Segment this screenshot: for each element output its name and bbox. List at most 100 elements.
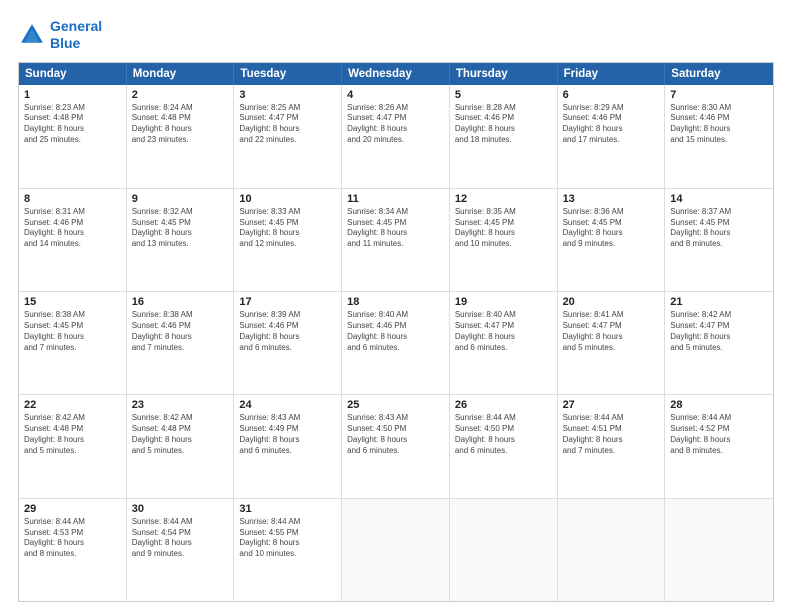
calendar-cell: 24 Sunrise: 8:43 AM Sunset: 4:49 PM Dayli… bbox=[234, 395, 342, 497]
cell-day-number: 14 bbox=[670, 193, 768, 205]
calendar-cell: 22Sunrise: 8:42 AM Sunset: 4:48 PM Dayli… bbox=[19, 395, 127, 497]
calendar-cell: 14 Sunrise: 8:37 AM Sunset: 4:45 PM Dayli… bbox=[665, 189, 773, 291]
cell-day-number: 30 bbox=[132, 503, 229, 515]
cell-day-number: 19 bbox=[455, 296, 552, 308]
calendar-cell: 12 Sunrise: 8:35 AM Sunset: 4:45 PM Dayli… bbox=[450, 189, 558, 291]
logo-general: General bbox=[50, 18, 102, 34]
calendar-cell bbox=[342, 499, 450, 601]
cell-info: Sunrise: 8:40 AM Sunset: 4:47 PM Dayligh… bbox=[455, 310, 552, 353]
logo-blue: Blue bbox=[50, 35, 80, 51]
cell-info: Sunrise: 8:29 AM Sunset: 4:46 PM Dayligh… bbox=[563, 103, 660, 146]
logo-icon bbox=[18, 21, 46, 49]
cell-day-number: 22 bbox=[24, 399, 121, 411]
cell-day-number: 15 bbox=[24, 296, 121, 308]
cell-day-number: 31 bbox=[239, 503, 336, 515]
cell-info: Sunrise: 8:32 AM Sunset: 4:45 PM Dayligh… bbox=[132, 207, 229, 250]
calendar-cell: 17 Sunrise: 8:39 AM Sunset: 4:46 PM Dayli… bbox=[234, 292, 342, 394]
cell-info: Sunrise: 8:40 AM Sunset: 4:46 PM Dayligh… bbox=[347, 310, 444, 353]
cell-info: Sunrise: 8:28 AM Sunset: 4:46 PM Dayligh… bbox=[455, 103, 552, 146]
header: General Blue bbox=[18, 18, 774, 52]
cell-day-number: 6 bbox=[563, 89, 660, 101]
calendar-cell: 4Sunrise: 8:26 AM Sunset: 4:47 PM Daylig… bbox=[342, 85, 450, 188]
calendar-cell: 8 Sunrise: 8:31 AM Sunset: 4:46 PM Daylig… bbox=[19, 189, 127, 291]
calendar-cell: 1 Sunrise: 8:23 AM Sunset: 4:48 PM Daylig… bbox=[19, 85, 127, 188]
cell-day-number: 23 bbox=[132, 399, 229, 411]
day-header-friday: Friday bbox=[558, 63, 666, 85]
cell-day-number: 29 bbox=[24, 503, 121, 515]
cell-info: Sunrise: 8:39 AM Sunset: 4:46 PM Dayligh… bbox=[239, 310, 336, 353]
calendar-row-2: 8 Sunrise: 8:31 AM Sunset: 4:46 PM Daylig… bbox=[19, 188, 773, 291]
calendar-cell: 20 Sunrise: 8:41 AM Sunset: 4:47 PM Dayli… bbox=[558, 292, 666, 394]
day-header-wednesday: Wednesday bbox=[342, 63, 450, 85]
cell-day-number: 26 bbox=[455, 399, 552, 411]
cell-day-number: 16 bbox=[132, 296, 229, 308]
page: General Blue SundayMondayTuesdayWednesda… bbox=[0, 0, 792, 612]
cell-info: Sunrise: 8:43 AM Sunset: 4:50 PM Dayligh… bbox=[347, 413, 444, 456]
cell-info: Sunrise: 8:38 AM Sunset: 4:45 PM Dayligh… bbox=[24, 310, 121, 353]
cell-info: Sunrise: 8:38 AM Sunset: 4:46 PM Dayligh… bbox=[132, 310, 229, 353]
cell-info: Sunrise: 8:41 AM Sunset: 4:47 PM Dayligh… bbox=[563, 310, 660, 353]
cell-info: Sunrise: 8:44 AM Sunset: 4:52 PM Dayligh… bbox=[670, 413, 768, 456]
calendar-row-4: 22 Sunrise: 8:42 AM Sunset: 4:48 PM Dayli… bbox=[19, 394, 773, 497]
calendar-cell: 30Sunrise: 8:44 AM Sunset: 4:54 PM Dayli… bbox=[127, 499, 235, 601]
cell-day-number: 8 bbox=[24, 193, 121, 205]
calendar-cell: 15 Sunrise: 8:38 AM Sunset: 4:45 PM Dayli… bbox=[19, 292, 127, 394]
calendar-cell: 29 Sunrise: 8:44 AM Sunset: 4:53 PM Dayli… bbox=[19, 499, 127, 601]
calendar-cell: 31 Sunrise: 8:44 AM Sunset: 4:55 PM Dayli… bbox=[234, 499, 342, 601]
calendar-cell: 10Sunrise: 8:33 AM Sunset: 4:45 PM Dayli… bbox=[234, 189, 342, 291]
calendar-body: 1 Sunrise: 8:23 AM Sunset: 4:48 PM Daylig… bbox=[19, 85, 773, 601]
calendar-header: SundayMondayTuesdayWednesdayThursdayFrid… bbox=[19, 63, 773, 85]
calendar-row-5: 29 Sunrise: 8:44 AM Sunset: 4:53 PM Dayli… bbox=[19, 498, 773, 601]
cell-day-number: 11 bbox=[347, 193, 444, 205]
cell-info: Sunrise: 8:31 AM Sunset: 4:46 PM Dayligh… bbox=[24, 207, 121, 250]
cell-day-number: 7 bbox=[670, 89, 768, 101]
calendar-cell: 3 Sunrise: 8:25 AM Sunset: 4:47 PM Daylig… bbox=[234, 85, 342, 188]
cell-day-number: 2 bbox=[132, 89, 229, 101]
calendar-cell: 13 Sunrise: 8:36 AM Sunset: 4:45 PM Dayli… bbox=[558, 189, 666, 291]
calendar-cell: 18 Sunrise: 8:40 AM Sunset: 4:46 PM Dayli… bbox=[342, 292, 450, 394]
calendar-cell bbox=[450, 499, 558, 601]
cell-info: Sunrise: 8:37 AM Sunset: 4:45 PM Dayligh… bbox=[670, 207, 768, 250]
cell-day-number: 5 bbox=[455, 89, 552, 101]
cell-info: Sunrise: 8:23 AM Sunset: 4:48 PM Dayligh… bbox=[24, 103, 121, 146]
cell-info: Sunrise: 8:44 AM Sunset: 4:51 PM Dayligh… bbox=[563, 413, 660, 456]
calendar-cell: 11Sunrise: 8:34 AM Sunset: 4:45 PM Dayli… bbox=[342, 189, 450, 291]
cell-info: Sunrise: 8:44 AM Sunset: 4:53 PM Dayligh… bbox=[24, 517, 121, 560]
calendar-cell: 26 Sunrise: 8:44 AM Sunset: 4:50 PM Dayli… bbox=[450, 395, 558, 497]
cell-day-number: 12 bbox=[455, 193, 552, 205]
cell-day-number: 25 bbox=[347, 399, 444, 411]
calendar-cell: 23 Sunrise: 8:42 AM Sunset: 4:48 PM Dayli… bbox=[127, 395, 235, 497]
cell-info: Sunrise: 8:36 AM Sunset: 4:45 PM Dayligh… bbox=[563, 207, 660, 250]
calendar: SundayMondayTuesdayWednesdayThursdayFrid… bbox=[18, 62, 774, 602]
calendar-cell: 16 Sunrise: 8:38 AM Sunset: 4:46 PM Dayli… bbox=[127, 292, 235, 394]
cell-day-number: 18 bbox=[347, 296, 444, 308]
calendar-cell: 9Sunrise: 8:32 AM Sunset: 4:45 PM Daylig… bbox=[127, 189, 235, 291]
calendar-cell: 5 Sunrise: 8:28 AM Sunset: 4:46 PM Daylig… bbox=[450, 85, 558, 188]
cell-info: Sunrise: 8:42 AM Sunset: 4:48 PM Dayligh… bbox=[132, 413, 229, 456]
cell-day-number: 13 bbox=[563, 193, 660, 205]
calendar-cell bbox=[558, 499, 666, 601]
cell-day-number: 1 bbox=[24, 89, 121, 101]
cell-info: Sunrise: 8:30 AM Sunset: 4:46 PM Dayligh… bbox=[670, 103, 768, 146]
calendar-cell: 2Sunrise: 8:24 AM Sunset: 4:48 PM Daylig… bbox=[127, 85, 235, 188]
cell-day-number: 17 bbox=[239, 296, 336, 308]
cell-day-number: 27 bbox=[563, 399, 660, 411]
calendar-cell: 6 Sunrise: 8:29 AM Sunset: 4:46 PM Daylig… bbox=[558, 85, 666, 188]
day-header-saturday: Saturday bbox=[665, 63, 773, 85]
cell-info: Sunrise: 8:42 AM Sunset: 4:47 PM Dayligh… bbox=[670, 310, 768, 353]
cell-day-number: 20 bbox=[563, 296, 660, 308]
cell-info: Sunrise: 8:43 AM Sunset: 4:49 PM Dayligh… bbox=[239, 413, 336, 456]
cell-day-number: 24 bbox=[239, 399, 336, 411]
calendar-cell: 25 Sunrise: 8:43 AM Sunset: 4:50 PM Dayli… bbox=[342, 395, 450, 497]
calendar-cell: 7 Sunrise: 8:30 AM Sunset: 4:46 PM Daylig… bbox=[665, 85, 773, 188]
cell-info: Sunrise: 8:26 AM Sunset: 4:47 PM Dayligh… bbox=[347, 103, 444, 146]
cell-info: Sunrise: 8:35 AM Sunset: 4:45 PM Dayligh… bbox=[455, 207, 552, 250]
day-header-monday: Monday bbox=[127, 63, 235, 85]
cell-day-number: 3 bbox=[239, 89, 336, 101]
cell-info: Sunrise: 8:44 AM Sunset: 4:50 PM Dayligh… bbox=[455, 413, 552, 456]
cell-info: Sunrise: 8:25 AM Sunset: 4:47 PM Dayligh… bbox=[239, 103, 336, 146]
cell-info: Sunrise: 8:44 AM Sunset: 4:55 PM Dayligh… bbox=[239, 517, 336, 560]
calendar-cell: 21 Sunrise: 8:42 AM Sunset: 4:47 PM Dayli… bbox=[665, 292, 773, 394]
cell-day-number: 21 bbox=[670, 296, 768, 308]
day-header-tuesday: Tuesday bbox=[234, 63, 342, 85]
